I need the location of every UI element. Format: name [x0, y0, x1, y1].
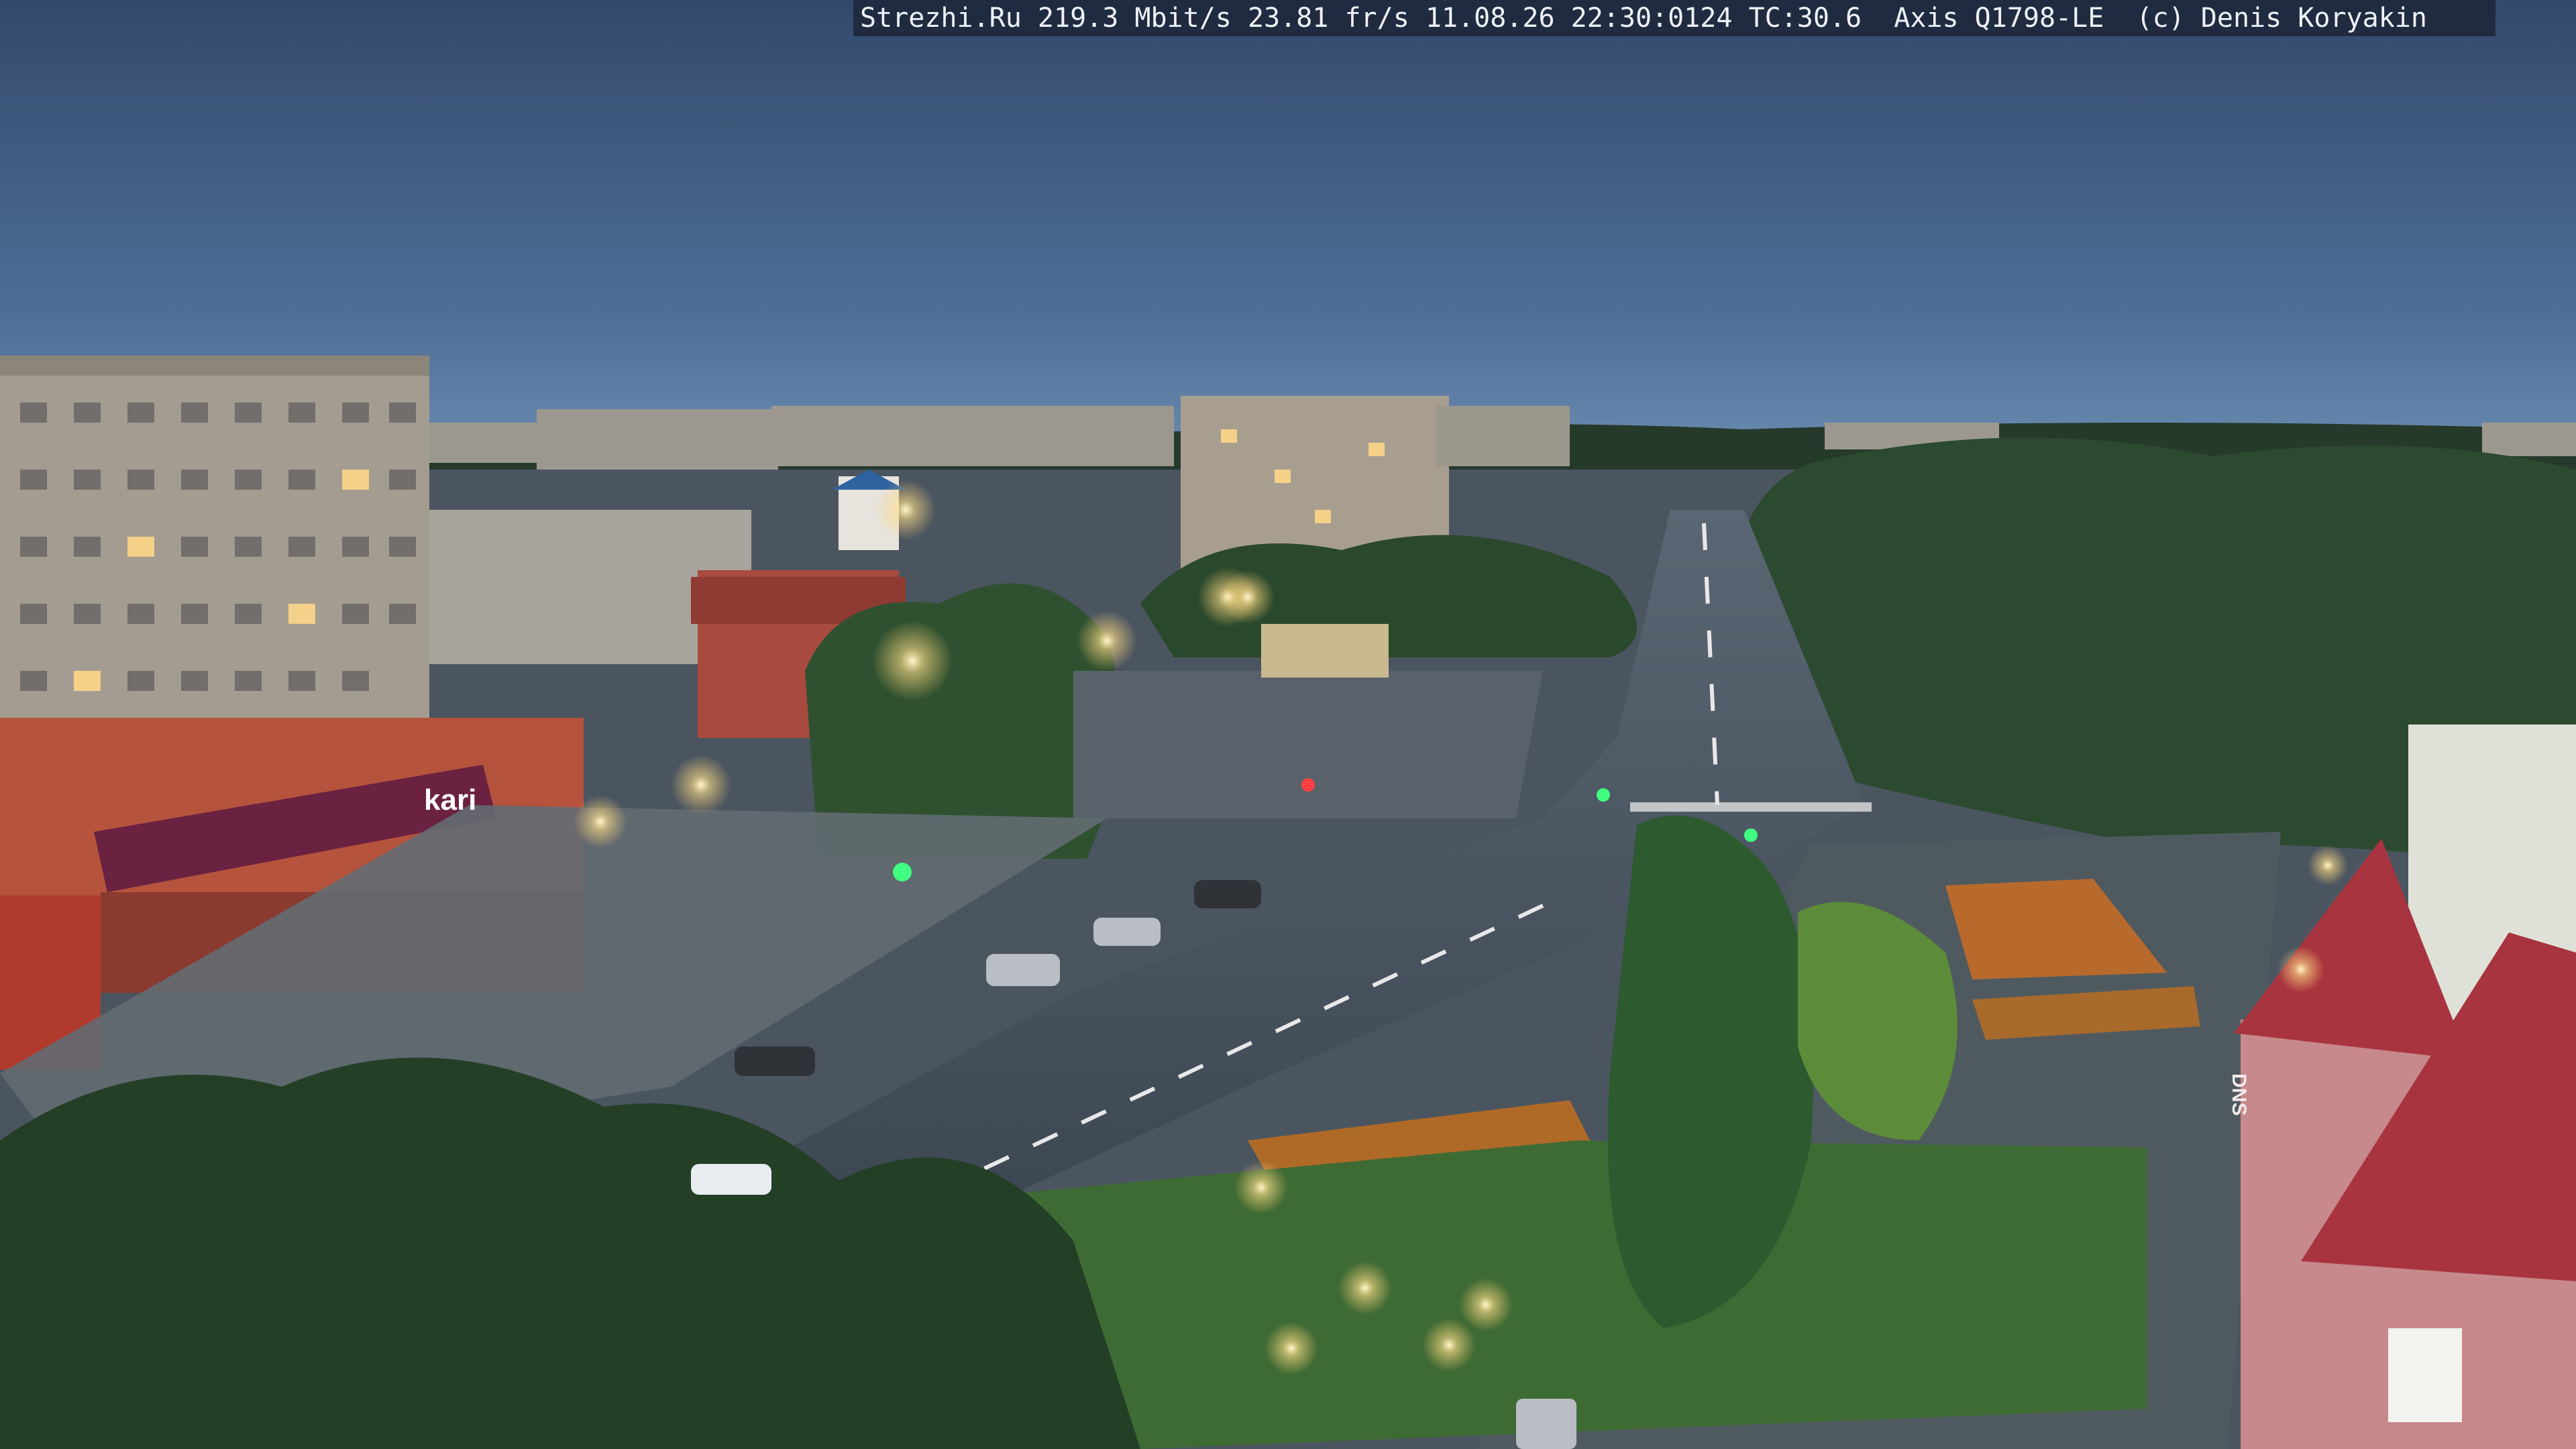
small-pavilion — [1261, 624, 1389, 678]
crosswalk — [1630, 802, 1872, 812]
kari-store-sign: kari — [424, 784, 477, 816]
webcam-scene: Strezhi.Ru 219.3 Mbit/s 23.81 fr/s 11.08… — [0, 0, 2576, 1449]
left-apartment-building — [0, 356, 429, 771]
dns-store-sign: DNS — [2228, 1073, 2250, 1116]
central-plaza — [1073, 671, 1543, 818]
camera-overlay-text: Strezhi.Ru 219.3 Mbit/s 23.81 fr/s 11.08… — [853, 0, 2496, 36]
city-view-illustration — [0, 0, 2576, 1449]
